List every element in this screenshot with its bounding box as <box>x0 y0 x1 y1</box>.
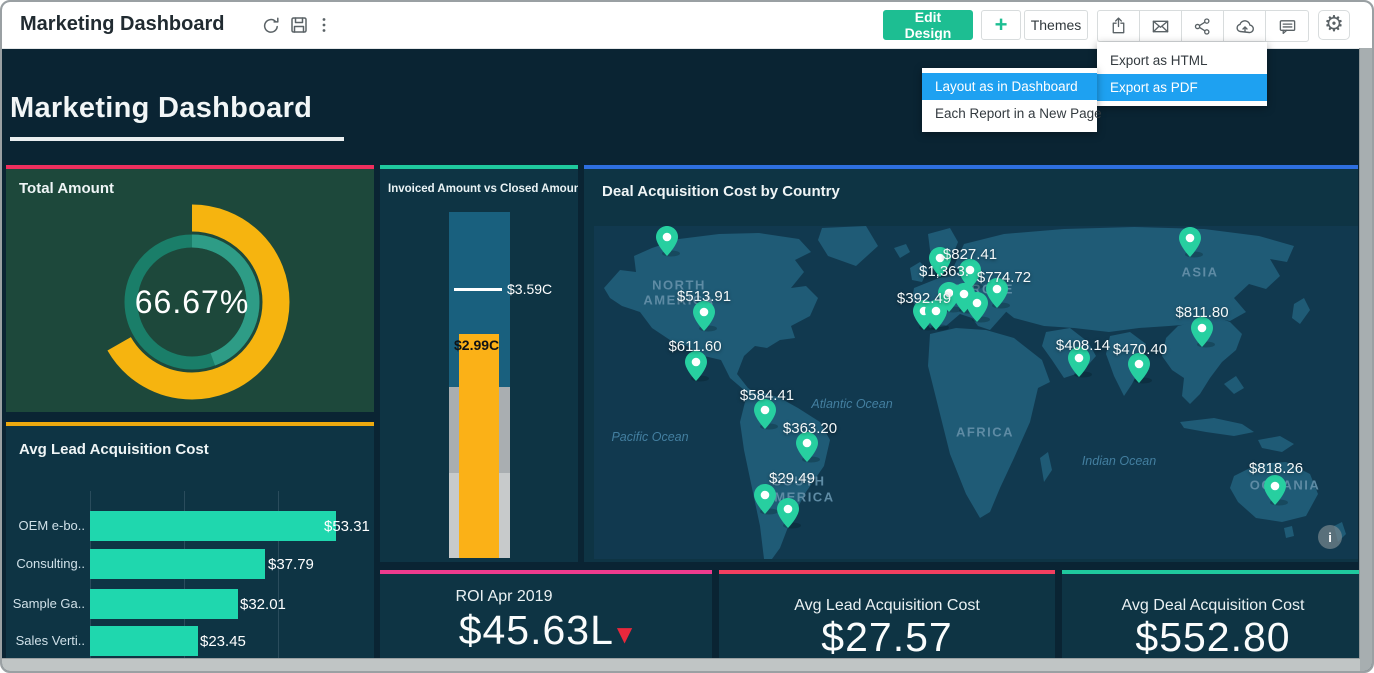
map-value-label: $1,363. <box>919 263 969 280</box>
bar-sample[interactable] <box>90 589 238 619</box>
vertical-scrollbar[interactable] <box>1359 48 1372 671</box>
bar-value: $23.45 <box>200 633 246 650</box>
edit-design-button[interactable]: Edit Design <box>883 10 973 40</box>
map-value-label: $818.26 <box>1249 460 1303 477</box>
settings-gear-icon: ⚙ <box>1324 14 1344 36</box>
kpi-value: $45.63L <box>459 607 614 654</box>
map-value-label: $611.60 <box>668 338 721 355</box>
bar-oem[interactable] <box>90 511 336 541</box>
map-pin-argentina[interactable] <box>777 498 799 528</box>
target-value-label: $3.59C <box>507 281 552 297</box>
measure-value-label: $2.99C <box>454 337 499 353</box>
map-value-label: $811.80 <box>1175 304 1228 321</box>
map-pin-australia[interactable] <box>1264 475 1286 505</box>
bar-value: $37.79 <box>268 556 314 573</box>
refresh-icon[interactable] <box>261 15 281 35</box>
menu-item-layout-as-dashboard[interactable]: Layout as in Dashboard <box>922 73 1097 100</box>
widget-deal-acquisition-map: Deal Acquisition Cost by Country <box>584 165 1358 562</box>
widget-title: Avg Lead Acquisition Cost <box>19 441 209 458</box>
bar-category: Sample Ga.. <box>6 596 85 611</box>
donut-center-value: 66.67% <box>87 197 297 407</box>
widget-title: Deal Acquisition Cost by Country <box>602 183 840 200</box>
more-vertical-icon[interactable] <box>314 15 334 35</box>
map-value-label: $392.49 <box>897 290 951 307</box>
menu-item-export-pdf[interactable]: Export as PDF <box>1097 74 1267 101</box>
themes-button[interactable]: Themes <box>1024 10 1088 40</box>
app-title: Marketing Dashboard <box>20 13 224 36</box>
kpi-title: Avg Deal Acquisition Cost <box>1062 597 1364 615</box>
closed-amount-bar[interactable] <box>459 334 499 558</box>
world-map: NORTH AMERICA SOUTH AMERICA EUROPE AFRIC… <box>594 226 1358 559</box>
widget-title: Invoiced Amount vs Closed Amount <box>388 183 578 195</box>
map-pin-russia[interactable] <box>1179 227 1201 257</box>
kpi-roi-card: ROI Apr 2019 $45.63L ▼ <box>380 570 712 670</box>
mail-icon[interactable] <box>1140 11 1182 41</box>
label-pacific-ocean: Pacific Ocean <box>611 430 688 444</box>
widget-avg-lead-acquisition-bar: Avg Lead Acquisition Cost OEM e-bo.. $53… <box>6 422 374 663</box>
map-value-label: $774.72 <box>977 269 1031 286</box>
comment-icon[interactable] <box>1266 11 1308 41</box>
kpi-value: $27.57 <box>719 614 1055 661</box>
bar-category: OEM e-bo.. <box>6 518 85 533</box>
map-pin-us[interactable] <box>693 301 715 331</box>
menu-item-export-html[interactable]: Export as HTML <box>1097 47 1267 74</box>
pdf-layout-menu: Layout as in Dashboard Each Report in a … <box>922 68 1097 132</box>
horizontal-scrollbar[interactable] <box>2 658 1360 671</box>
bar-consulting[interactable] <box>90 549 265 579</box>
map-value-label: $584.41 <box>740 387 794 404</box>
label-africa: AFRICA <box>956 425 1014 440</box>
bar-category: Consulting.. <box>6 556 85 571</box>
kpi-title: ROI Apr 2019 <box>380 588 712 606</box>
trend-down-icon: ▼ <box>617 622 633 646</box>
app-window: Marketing Dashboard Edit Design + Themes <box>0 0 1374 673</box>
map-pin-bolivia[interactable] <box>754 484 776 514</box>
widget-invoiced-vs-closed: Invoiced Amount vs Closed Amount $3.59C … <box>380 165 578 562</box>
widget-title: Total Amount <box>19 180 114 197</box>
kpi-value: $552.80 <box>1062 614 1364 661</box>
label-asia: ASIA <box>1181 265 1218 280</box>
widget-total-amount: Total Amount 66.67% <box>6 165 374 412</box>
label-atlantic-ocean: Atlantic Ocean <box>811 397 892 411</box>
save-icon[interactable] <box>289 15 309 35</box>
map-pin-europe-6[interactable] <box>966 292 988 322</box>
bar-sales[interactable] <box>90 626 198 656</box>
map-value-label: $513.91 <box>677 288 731 305</box>
kpi-title: Avg Lead Acquisition Cost <box>719 597 1055 615</box>
kpi-avg-lead-card: Avg Lead Acquisition Cost $27.57 <box>719 570 1055 670</box>
bar-category: Sales Verti.. <box>6 633 85 648</box>
page-title-underline <box>10 137 344 141</box>
settings-button[interactable]: ⚙ <box>1318 10 1350 40</box>
kpi-avg-deal-card: Avg Deal Acquisition Cost $552.80 <box>1062 570 1364 670</box>
label-indian-ocean: Indian Ocean <box>1082 454 1156 468</box>
share-icon[interactable] <box>1182 11 1224 41</box>
export-icon[interactable] <box>1098 11 1140 41</box>
export-menu: Export as HTML Export as PDF <box>1097 42 1267 106</box>
map-pin-mexico[interactable] <box>685 351 707 381</box>
add-report-button[interactable]: + <box>981 10 1021 40</box>
map-info-button[interactable]: i <box>1318 525 1342 549</box>
map-pin-canada[interactable] <box>656 226 678 256</box>
map-value-label: $363.20 <box>783 420 837 437</box>
menu-item-each-report-new-page[interactable]: Each Report in a New Page <box>922 100 1097 127</box>
map-value-label: $470.40 <box>1113 341 1167 358</box>
bar-value: $53.31 <box>324 518 370 535</box>
page-title: Marketing Dashboard <box>10 92 312 125</box>
map-value-label: $408.14 <box>1056 337 1110 354</box>
map-value-label: $827.41 <box>943 246 997 263</box>
toolbar-icon-group <box>1097 10 1309 42</box>
cloud-upload-icon[interactable] <box>1224 11 1266 41</box>
target-line <box>454 288 502 291</box>
map-pin-china[interactable] <box>1191 317 1213 347</box>
bar-value: $32.01 <box>240 596 286 613</box>
